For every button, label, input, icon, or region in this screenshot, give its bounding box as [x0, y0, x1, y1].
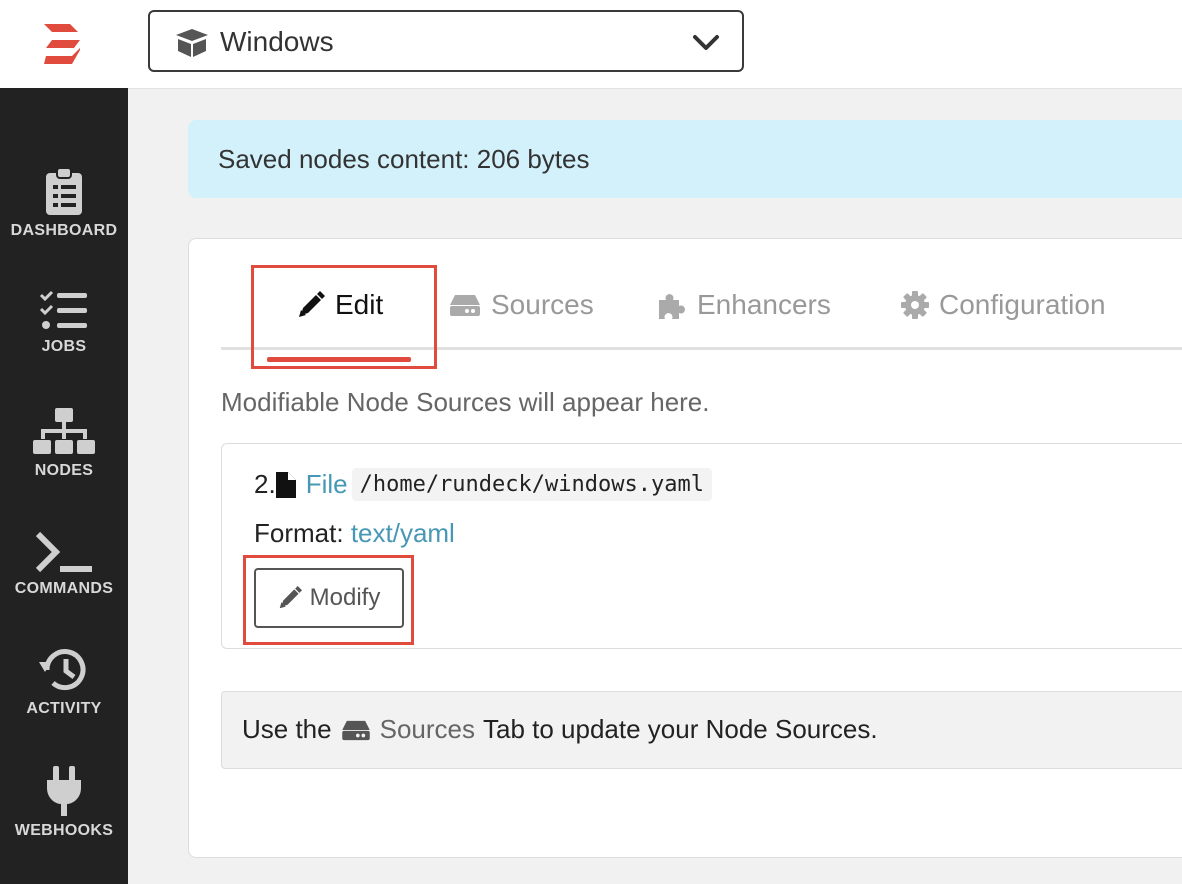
modify-button-highlight [243, 555, 414, 645]
checklist-icon [39, 290, 87, 329]
history-icon [39, 649, 86, 691]
terminal-icon [35, 531, 92, 573]
source-format: Format: text/yaml [254, 518, 455, 549]
format-label: Format: [254, 518, 344, 548]
sidebar-item-label: DASHBOARD [10, 222, 118, 239]
tab-label: Configuration [939, 289, 1106, 320]
plug-icon [47, 766, 81, 816]
sidebar-item-webhooks[interactable]: WEBHOOKS [0, 766, 128, 878]
hdd-icon [450, 295, 480, 316]
alert-text: Saved nodes content: 206 bytes [218, 144, 590, 174]
save-alert: Saved nodes content: 206 bytes [188, 120, 1182, 198]
tab-sources[interactable]: Sources [449, 289, 594, 321]
sidebar-item-label: COMMANDS [14, 580, 114, 597]
tab-label: Enhancers [697, 289, 831, 320]
sidebar-item-label: WEBHOOKS [14, 822, 114, 839]
sidebar-item-activity[interactable]: ACTIVITY [0, 646, 128, 758]
sources-hint: Use the Sources Tab to update your Node … [221, 691, 1182, 769]
sidebar: DASHBOARD JOBS NODES COMMANDS ACTIVITY W… [0, 88, 128, 884]
tab-configuration[interactable]: Configuration [901, 289, 1106, 321]
gear-icon [901, 291, 929, 319]
box-icon [176, 29, 208, 57]
sidebar-item-jobs[interactable]: JOBS [0, 290, 128, 402]
sitemap-icon [33, 408, 95, 454]
format-value: text/yaml [350, 518, 455, 548]
project-name: Windows [220, 26, 334, 57]
sidebar-item-label: JOBS [41, 338, 87, 355]
sidebar-item-dashboard[interactable]: DASHBOARD [0, 168, 128, 280]
rundeck-logo-icon[interactable] [40, 24, 88, 64]
edit-tab-highlight [251, 265, 437, 369]
file-icon [275, 471, 296, 498]
hint-before: Use the [242, 714, 332, 744]
hint-after: Tab to update your Node Sources. [483, 714, 878, 744]
source-title: 2. File /home/rundeck/windows.yaml [254, 468, 712, 501]
chevron-down-icon [693, 35, 719, 50]
top-header: Windows [0, 0, 1182, 89]
hint-sources-link[interactable]: Sources [380, 714, 475, 745]
clipboard-icon [46, 168, 82, 215]
project-selector[interactable]: Windows [148, 10, 744, 72]
sidebar-item-label: NODES [34, 462, 94, 479]
tab-label: Sources [491, 289, 594, 320]
source-type-link[interactable]: File [306, 469, 348, 500]
source-index: 2. [254, 469, 276, 499]
puzzle-icon [659, 294, 685, 319]
source-path: /home/rundeck/windows.yaml [351, 468, 712, 501]
tab-enhancers[interactable]: Enhancers [657, 289, 831, 321]
edit-description: Modifiable Node Sources will appear here… [221, 387, 710, 417]
sidebar-item-label: ACTIVITY [26, 700, 102, 717]
hdd-icon [341, 720, 370, 740]
sidebar-item-commands[interactable]: COMMANDS [0, 530, 128, 642]
sidebar-item-nodes[interactable]: NODES [0, 408, 128, 520]
